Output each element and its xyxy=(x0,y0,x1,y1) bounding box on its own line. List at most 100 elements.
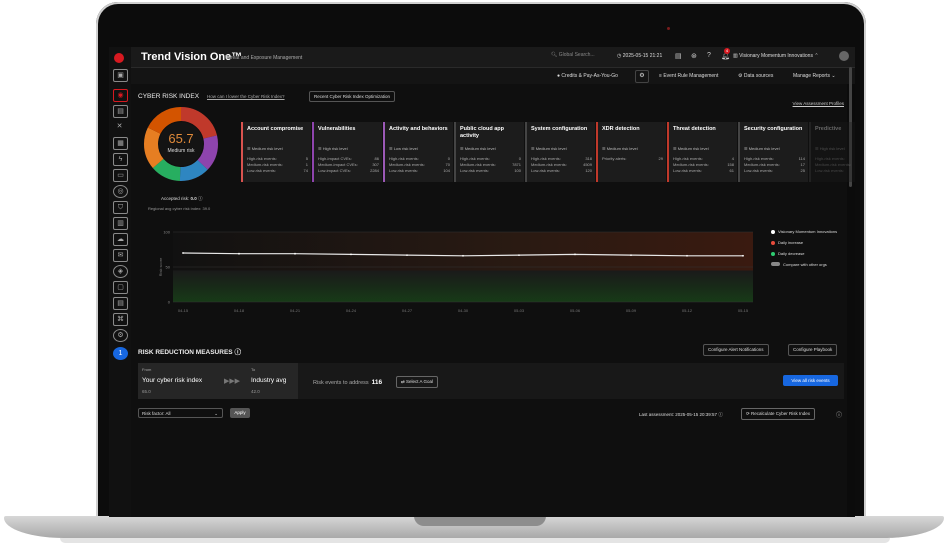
avatar[interactable] xyxy=(839,51,849,61)
risk-card[interactable]: Public cloud app activity ☰ Medium risk l… xyxy=(454,122,524,182)
card-title: Predictive xyxy=(815,126,842,132)
risk-card[interactable]: System configuration ☰ Medium risk level H… xyxy=(525,122,595,182)
global-search-input[interactable]: 🔍︎ Global Search... xyxy=(551,52,607,61)
card-rows: High-risk events: 4 Medium-risk events: 158… xyxy=(673,156,734,174)
data-sources-link[interactable]: ⚙ Data sources xyxy=(738,73,773,79)
card-level-text: Low risk level xyxy=(393,146,418,151)
info-icon[interactable]: ⓘ xyxy=(198,196,203,201)
credits-link[interactable]: ● Credits & Pay-As-You-Go xyxy=(557,73,618,79)
risk-card[interactable]: Predictive ☰ High risk level High-risk eve… xyxy=(809,122,855,182)
network-status-icon[interactable]: ⊛ xyxy=(691,52,697,60)
cloud-icon[interactable]: ☁ xyxy=(113,233,128,246)
main-content: CYBER RISK INDEX How can I lower the Cyb… xyxy=(131,84,855,517)
shield-icon[interactable]: ⛉ xyxy=(113,201,128,214)
inventory-icon[interactable]: ▦ xyxy=(113,137,128,150)
manage-reports-link[interactable]: Manage Reports ⌄ xyxy=(793,73,836,79)
card-row: Priority alerts: 29 xyxy=(602,156,663,162)
card-level: ☰ Medium risk level xyxy=(744,146,780,151)
view-all-risk-events-button[interactable]: View all risk events xyxy=(783,375,838,386)
workflow-icon[interactable]: ▥ xyxy=(113,217,128,230)
legend-org: Visionary Momentum Innovations xyxy=(771,229,847,234)
cri-title: CYBER RISK INDEX xyxy=(138,93,200,100)
email-icon[interactable]: ✉ xyxy=(113,249,128,262)
threat-intel-icon[interactable]: ϟ xyxy=(113,153,128,166)
risk-events-label: Risk events to address xyxy=(313,380,369,386)
series-point xyxy=(238,252,240,255)
series-point xyxy=(686,254,688,257)
configure-alert-button[interactable]: Configure Alert Notifications xyxy=(703,344,769,356)
sidebar: ▣ ◉ ▤ ✕ ▦ ϟ ▭ ◎ ⛉ ▥ ☁ ✉ ◈ ▢ ▤ ⌘ ⚙ 1 xyxy=(109,47,132,517)
risk-level: Medium risk xyxy=(167,148,195,154)
endpoint-icon[interactable]: ▭ xyxy=(113,169,128,182)
x-tick-label: 04-21 xyxy=(290,308,301,313)
help-icon[interactable]: ? xyxy=(707,52,711,59)
apply-button[interactable]: Apply xyxy=(230,408,250,418)
arrow-icon: ▶ ▶ ▶ xyxy=(224,378,240,385)
help-notification-icon[interactable]: 1 xyxy=(113,347,128,360)
mobile-icon[interactable]: ▢ xyxy=(113,281,128,294)
card-title: Activity and behaviors xyxy=(389,126,448,132)
xdr-icon[interactable]: ✕ xyxy=(113,121,126,132)
card-row: Low-risk events: 120 xyxy=(531,168,592,174)
ot-icon[interactable]: ▤ xyxy=(113,297,128,310)
identity-icon[interactable]: ◈ xyxy=(113,265,128,278)
risk-card[interactable]: Vulnerabilities ☰ High risk level High-imp… xyxy=(312,122,382,182)
rrm-info-icon[interactable]: ⓘ xyxy=(234,349,241,356)
org-switcher[interactable]: ▥ Visionary Momentum Innovations ⌃ xyxy=(733,53,819,59)
card-level-text: Medium risk level xyxy=(251,146,283,151)
event-rule-link[interactable]: ≡ Event Rule Management xyxy=(659,73,718,79)
card-level: ☰ Medium risk level xyxy=(673,146,709,151)
series-point xyxy=(406,254,408,256)
document-icon[interactable]: ▤ xyxy=(675,52,682,60)
accepted-risk: Accepted risk: 0.0 ⓘ xyxy=(161,196,203,202)
camera xyxy=(667,27,670,30)
risk-trend-chart: 100 50 0 Risk score 04-15 04-18 04-21 04-24 04-2… xyxy=(159,230,753,313)
top-bar: Trend Vision One™ Threat and Exposure Ma… xyxy=(131,47,855,68)
risk-insights-icon[interactable]: ◉ xyxy=(113,89,128,102)
dashboard-icon[interactable]: ▣ xyxy=(113,69,128,82)
risk-card[interactable]: Activity and behaviors ☰ Low risk level Hi… xyxy=(383,122,453,182)
risk-score: 65.7 xyxy=(168,131,194,146)
card-title: System configuration xyxy=(531,126,588,132)
card-row-label: Low-risk events: xyxy=(673,168,702,173)
card-rows: Priority alerts: 29 xyxy=(602,156,663,162)
notification-badge: 4 xyxy=(724,48,730,54)
sub-bar: ● Credits & Pay-As-You-Go ⚙ ≡ Event Rule… xyxy=(131,68,855,84)
compare-toggle[interactable] xyxy=(771,262,780,266)
recalculate-button[interactable]: ⟳ Recalculate Cyber Risk Index xyxy=(741,408,816,420)
from-label: From xyxy=(142,367,152,372)
recalc-info-icon[interactable]: ⓘ xyxy=(836,410,842,419)
cri-optimization-button[interactable]: Recent Cyber Risk Index Optimization xyxy=(309,91,396,102)
risk-card[interactable]: Threat detection ☰ Medium risk level High-… xyxy=(667,122,737,182)
compare-toggle-row[interactable]: Compare with other orgs xyxy=(771,262,847,267)
risk-card[interactable]: XDR detection ☰ Medium risk level Priority… xyxy=(596,122,666,182)
to-label: To xyxy=(251,367,256,372)
risk-card[interactable]: Account compromise ☰ Medium risk level Hig… xyxy=(241,122,311,182)
card-row-label: Low-risk events: xyxy=(460,168,489,173)
settings-icon[interactable]: ⚙ xyxy=(113,329,128,342)
series-point xyxy=(742,254,744,257)
cri-help-link[interactable]: How can I lower the Cyber Risk Index? xyxy=(207,94,285,99)
series-point xyxy=(574,253,576,256)
datetime-display[interactable]: ◷ 2025-05-15 21:21 xyxy=(617,53,662,59)
chart-bg-high xyxy=(173,232,753,271)
card-level-text: High risk level xyxy=(819,146,845,151)
card-level-text: Medium risk level xyxy=(748,146,780,151)
view-profiles-link[interactable]: View Assessment Profiles xyxy=(793,101,844,106)
configure-playbook-button[interactable]: Configure Playbook xyxy=(788,344,838,356)
x-tick-label: 05-15 xyxy=(738,308,749,313)
series-point xyxy=(462,254,464,257)
card-level-text: Medium risk level xyxy=(464,146,496,151)
risk-donut[interactable]: 65.7 Medium risk xyxy=(143,106,219,182)
risk-factor-select[interactable]: Risk factor: All ⌄ xyxy=(138,408,223,418)
gear-icon[interactable]: ⚙ xyxy=(635,70,649,83)
select-goal-button[interactable]: ⇄ Select A Goal xyxy=(396,376,439,388)
reports-icon[interactable]: ▤ xyxy=(113,105,128,118)
automation-icon[interactable]: ⌘ xyxy=(113,313,128,326)
legend-decrease-label: Daily decrease xyxy=(778,251,805,256)
network-icon[interactable]: ◎ xyxy=(113,185,128,198)
card-row: Low-risk events: 104 xyxy=(389,168,450,174)
risk-card[interactable]: Security configuration ☰ Medium risk leve… xyxy=(738,122,808,182)
from-value: 65.0 xyxy=(142,389,151,394)
card-row-value: 2284 xyxy=(370,168,379,173)
